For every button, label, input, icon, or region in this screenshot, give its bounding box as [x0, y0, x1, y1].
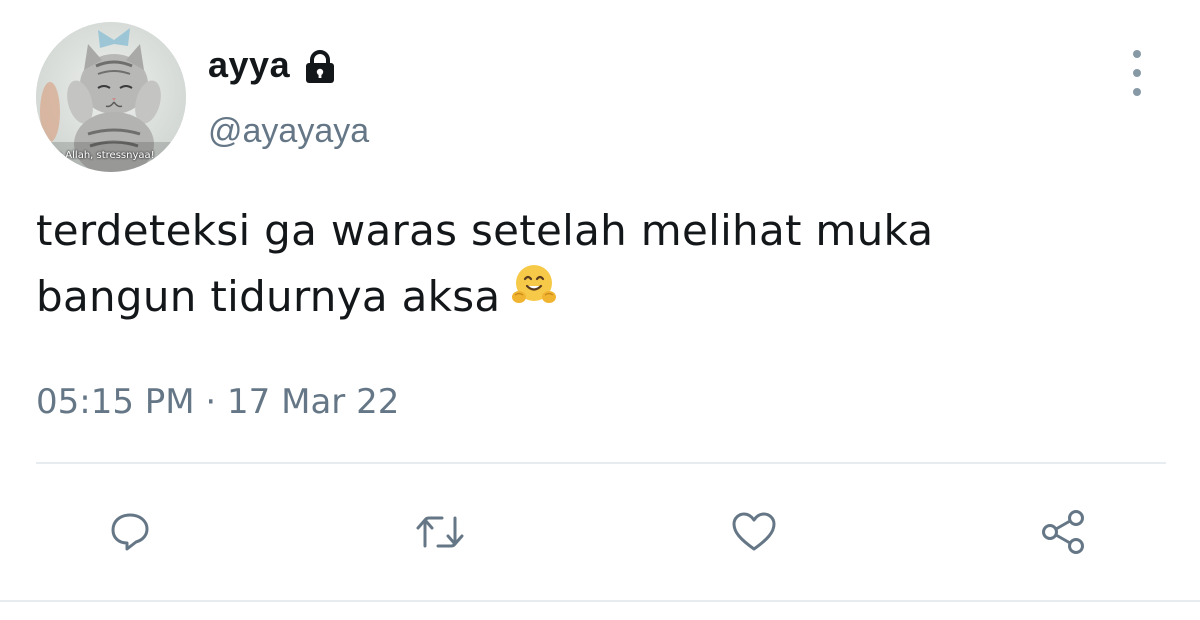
divider: [36, 462, 1166, 464]
avatar[interactable]: a Allah, stressnyaa!: [36, 22, 186, 172]
share-icon: [1042, 510, 1084, 554]
tweet-timestamp[interactable]: 05:15 PM · 17 Mar 22: [36, 382, 399, 422]
retweet-icon: [416, 516, 464, 548]
share-button[interactable]: [1032, 500, 1096, 564]
display-name[interactable]: ayya: [208, 44, 290, 86]
tweet-text: terdeteksi ga waras setelah melihat muka…: [36, 198, 1156, 330]
retweet-button[interactable]: [408, 500, 472, 564]
tweet-actions: [0, 500, 1200, 570]
lock-icon: [304, 50, 336, 84]
more-options-icon[interactable]: [1124, 50, 1150, 96]
like-button[interactable]: [722, 500, 786, 564]
tweet-text-line1: terdeteksi ga waras setelah melihat muka: [36, 206, 934, 255]
avatar-caption: a Allah, stressnyaa!: [56, 150, 155, 161]
bottom-divider: [0, 600, 1200, 602]
reply-button[interactable]: [98, 500, 162, 564]
user-handle[interactable]: @ayayaya: [208, 112, 369, 151]
speech-bubble-icon: [111, 513, 149, 551]
hugging-face-emoji-icon: [510, 261, 558, 328]
tweet-card: a Allah, stressnyaa! ayya @ayayaya terde…: [0, 0, 1200, 620]
tweet-text-line2: bangun tidurnya aksa: [36, 272, 501, 321]
name-row: ayya: [208, 44, 336, 86]
heart-icon: [732, 512, 776, 551]
